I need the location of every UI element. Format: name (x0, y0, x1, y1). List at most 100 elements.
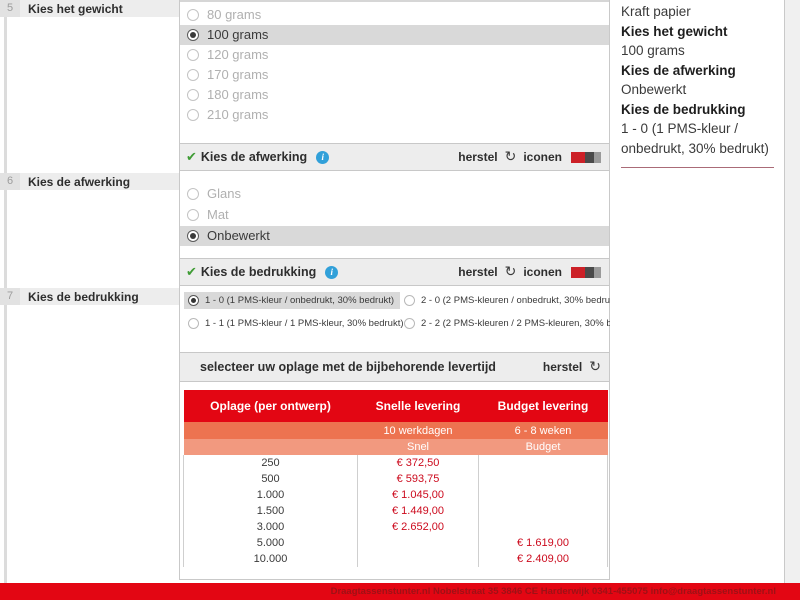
qty-cell: 10.000 (184, 551, 358, 567)
bedrukking-option-2-0[interactable]: 2 - 0 (2 PMS-kleuren / onbedrukt, 30% be… (400, 292, 621, 309)
bedrukking-option-1-1[interactable]: 1 - 1 (1 PMS-kleur / 1 PMS-kleur, 30% be… (184, 315, 400, 332)
price-snel-cell[interactable]: € 372,50 (358, 455, 479, 471)
price-snel-cell[interactable] (358, 535, 479, 551)
summary-heading-afwerking: Kies de afwerking (621, 61, 774, 81)
weight-option-120[interactable]: 120 grams (180, 45, 609, 65)
herstel-button[interactable]: herstel (458, 150, 497, 164)
table-row: 1.000 € 1.045,00 (184, 487, 608, 503)
price-budget-cell[interactable] (479, 503, 608, 519)
step-label: Kies het gewicht (28, 2, 123, 16)
type-budget: Budget (479, 439, 608, 455)
icons-toggle[interactable] (571, 152, 601, 163)
weight-option-170[interactable]: 170 grams (180, 65, 609, 85)
weight-option-180[interactable]: 180 grams (180, 85, 609, 105)
price-snel-cell[interactable] (358, 551, 479, 567)
radio-icon (187, 89, 199, 101)
weight-option-list: 80 grams 100 grams 120 grams 170 grams 1… (180, 5, 609, 125)
weight-option-100[interactable]: 100 grams (180, 25, 609, 45)
option-label: 80 grams (207, 5, 261, 25)
option-label: 1 - 1 (1 PMS-kleur / 1 PMS-kleur, 30% be… (205, 318, 404, 329)
iconen-button[interactable]: iconen (523, 265, 562, 279)
radio-selected-icon (187, 29, 199, 41)
summary-heading-gewicht: Kies het gewicht (621, 22, 774, 42)
info-icon[interactable]: i (325, 266, 338, 279)
price-budget-cell[interactable] (479, 487, 608, 503)
bedrukking-option-grid: 1 - 0 (1 PMS-kleur / onbedrukt, 30% bedr… (184, 292, 606, 338)
option-label: 170 grams (207, 65, 268, 85)
section-title: Kies de bedrukking (201, 265, 316, 279)
section-title: Kies de afwerking (201, 150, 307, 164)
icons-toggle[interactable] (571, 267, 601, 278)
price-snel-cell[interactable]: € 1.449,00 (358, 503, 479, 519)
radio-icon (188, 318, 199, 329)
radio-icon (187, 69, 199, 81)
summary-divider (621, 167, 774, 168)
footer-contact-text: Draagtassenstunter.nl Nobelstraat 35 384… (331, 586, 776, 597)
check-icon: ✔ (186, 265, 197, 280)
afwerking-option-mat[interactable]: Mat (180, 205, 609, 225)
oplage-section-header: selecteer uw oplage met de bijbehorende … (180, 352, 609, 382)
option-label: Mat (207, 205, 229, 225)
table-row: 250 € 372,50 (184, 455, 608, 471)
price-budget-cell[interactable] (479, 455, 608, 471)
refresh-icon[interactable]: ↻ (589, 360, 601, 374)
price-budget-cell[interactable] (479, 519, 608, 535)
empty-cell (184, 422, 358, 439)
price-budget-cell[interactable]: € 2.409,00 (479, 551, 608, 567)
bedrukking-section-header: ✔ Kies de bedrukking i herstel ↻ iconen (180, 258, 609, 286)
weight-option-210[interactable]: 210 grams (180, 105, 609, 125)
step-header-gewicht: 5 Kies het gewicht (0, 0, 179, 17)
refresh-icon[interactable]: ↻ (505, 265, 517, 279)
step-number: 6 (0, 173, 20, 190)
summary-material: Kraft papier (621, 2, 774, 22)
herstel-button[interactable]: herstel (458, 265, 497, 279)
type-snel: Snel (358, 439, 479, 455)
bedrukking-option-2-2[interactable]: 2 - 2 (2 PMS-kleuren / 2 PMS-kleuren, 30… (400, 315, 641, 332)
section-title: selecteer uw oplage met de bijbehorende … (200, 360, 496, 374)
option-label: 120 grams (207, 45, 268, 65)
price-snel-cell[interactable]: € 2.652,00 (358, 519, 479, 535)
weight-option-80[interactable]: 80 grams (180, 5, 609, 25)
column-header-snelle-levering: Snelle levering (358, 390, 479, 422)
refresh-icon[interactable]: ↻ (505, 150, 517, 164)
price-budget-cell[interactable]: € 1.619,00 (479, 535, 608, 551)
toggle-red-segment (571, 267, 585, 278)
page-right-edge (785, 0, 800, 583)
radio-icon (187, 109, 199, 121)
summary-value-afwerking: Onbewerkt (621, 80, 774, 100)
radio-icon (187, 49, 199, 61)
qty-cell: 500 (184, 471, 358, 487)
herstel-button[interactable]: herstel (543, 360, 582, 374)
delivery-snel: 10 werkdagen (358, 422, 479, 439)
radio-selected-icon (187, 230, 199, 242)
option-label: 2 - 2 (2 PMS-kleuren / 2 PMS-kleuren, 30… (421, 318, 641, 329)
price-snel-cell[interactable]: € 1.045,00 (358, 487, 479, 503)
price-budget-cell[interactable] (479, 471, 608, 487)
option-label: 2 - 0 (2 PMS-kleuren / onbedrukt, 30% be… (421, 295, 621, 306)
selection-summary-sidebar: Kraft papier Kies het gewicht 100 grams … (610, 0, 785, 583)
afwerking-option-glans[interactable]: Glans (180, 184, 609, 204)
step-number: 7 (0, 288, 20, 305)
summary-heading-bedrukking: Kies de bedrukking (621, 100, 774, 120)
option-label: 180 grams (207, 85, 268, 105)
price-table-header-row: Oplage (per ontwerp) Snelle levering Bud… (184, 390, 608, 422)
toggle-gray-segment (594, 152, 601, 163)
delivery-type-row: Snel Budget (184, 439, 608, 455)
bedrukking-option-1-0[interactable]: 1 - 0 (1 PMS-kleur / onbedrukt, 30% bedr… (184, 292, 400, 309)
table-row: 500 € 593,75 (184, 471, 608, 487)
column-header-oplage: Oplage (per ontwerp) (184, 390, 358, 422)
panel-top-edge (180, 0, 609, 2)
table-row: 5.000 € 1.619,00 (184, 535, 608, 551)
check-icon: ✔ (186, 150, 197, 165)
radio-icon (187, 188, 199, 200)
option-label: Onbewerkt (207, 226, 270, 246)
step-label: Kies de bedrukking (28, 290, 139, 304)
radio-selected-icon (188, 295, 199, 306)
info-icon[interactable]: i (316, 151, 329, 164)
table-row: 1.500 € 1.449,00 (184, 503, 608, 519)
price-snel-cell[interactable]: € 593,75 (358, 471, 479, 487)
delivery-time-row: 10 werkdagen 6 - 8 weken (184, 422, 608, 439)
radio-icon (187, 9, 199, 21)
iconen-button[interactable]: iconen (523, 150, 562, 164)
afwerking-option-onbewerkt[interactable]: Onbewerkt (180, 226, 609, 246)
